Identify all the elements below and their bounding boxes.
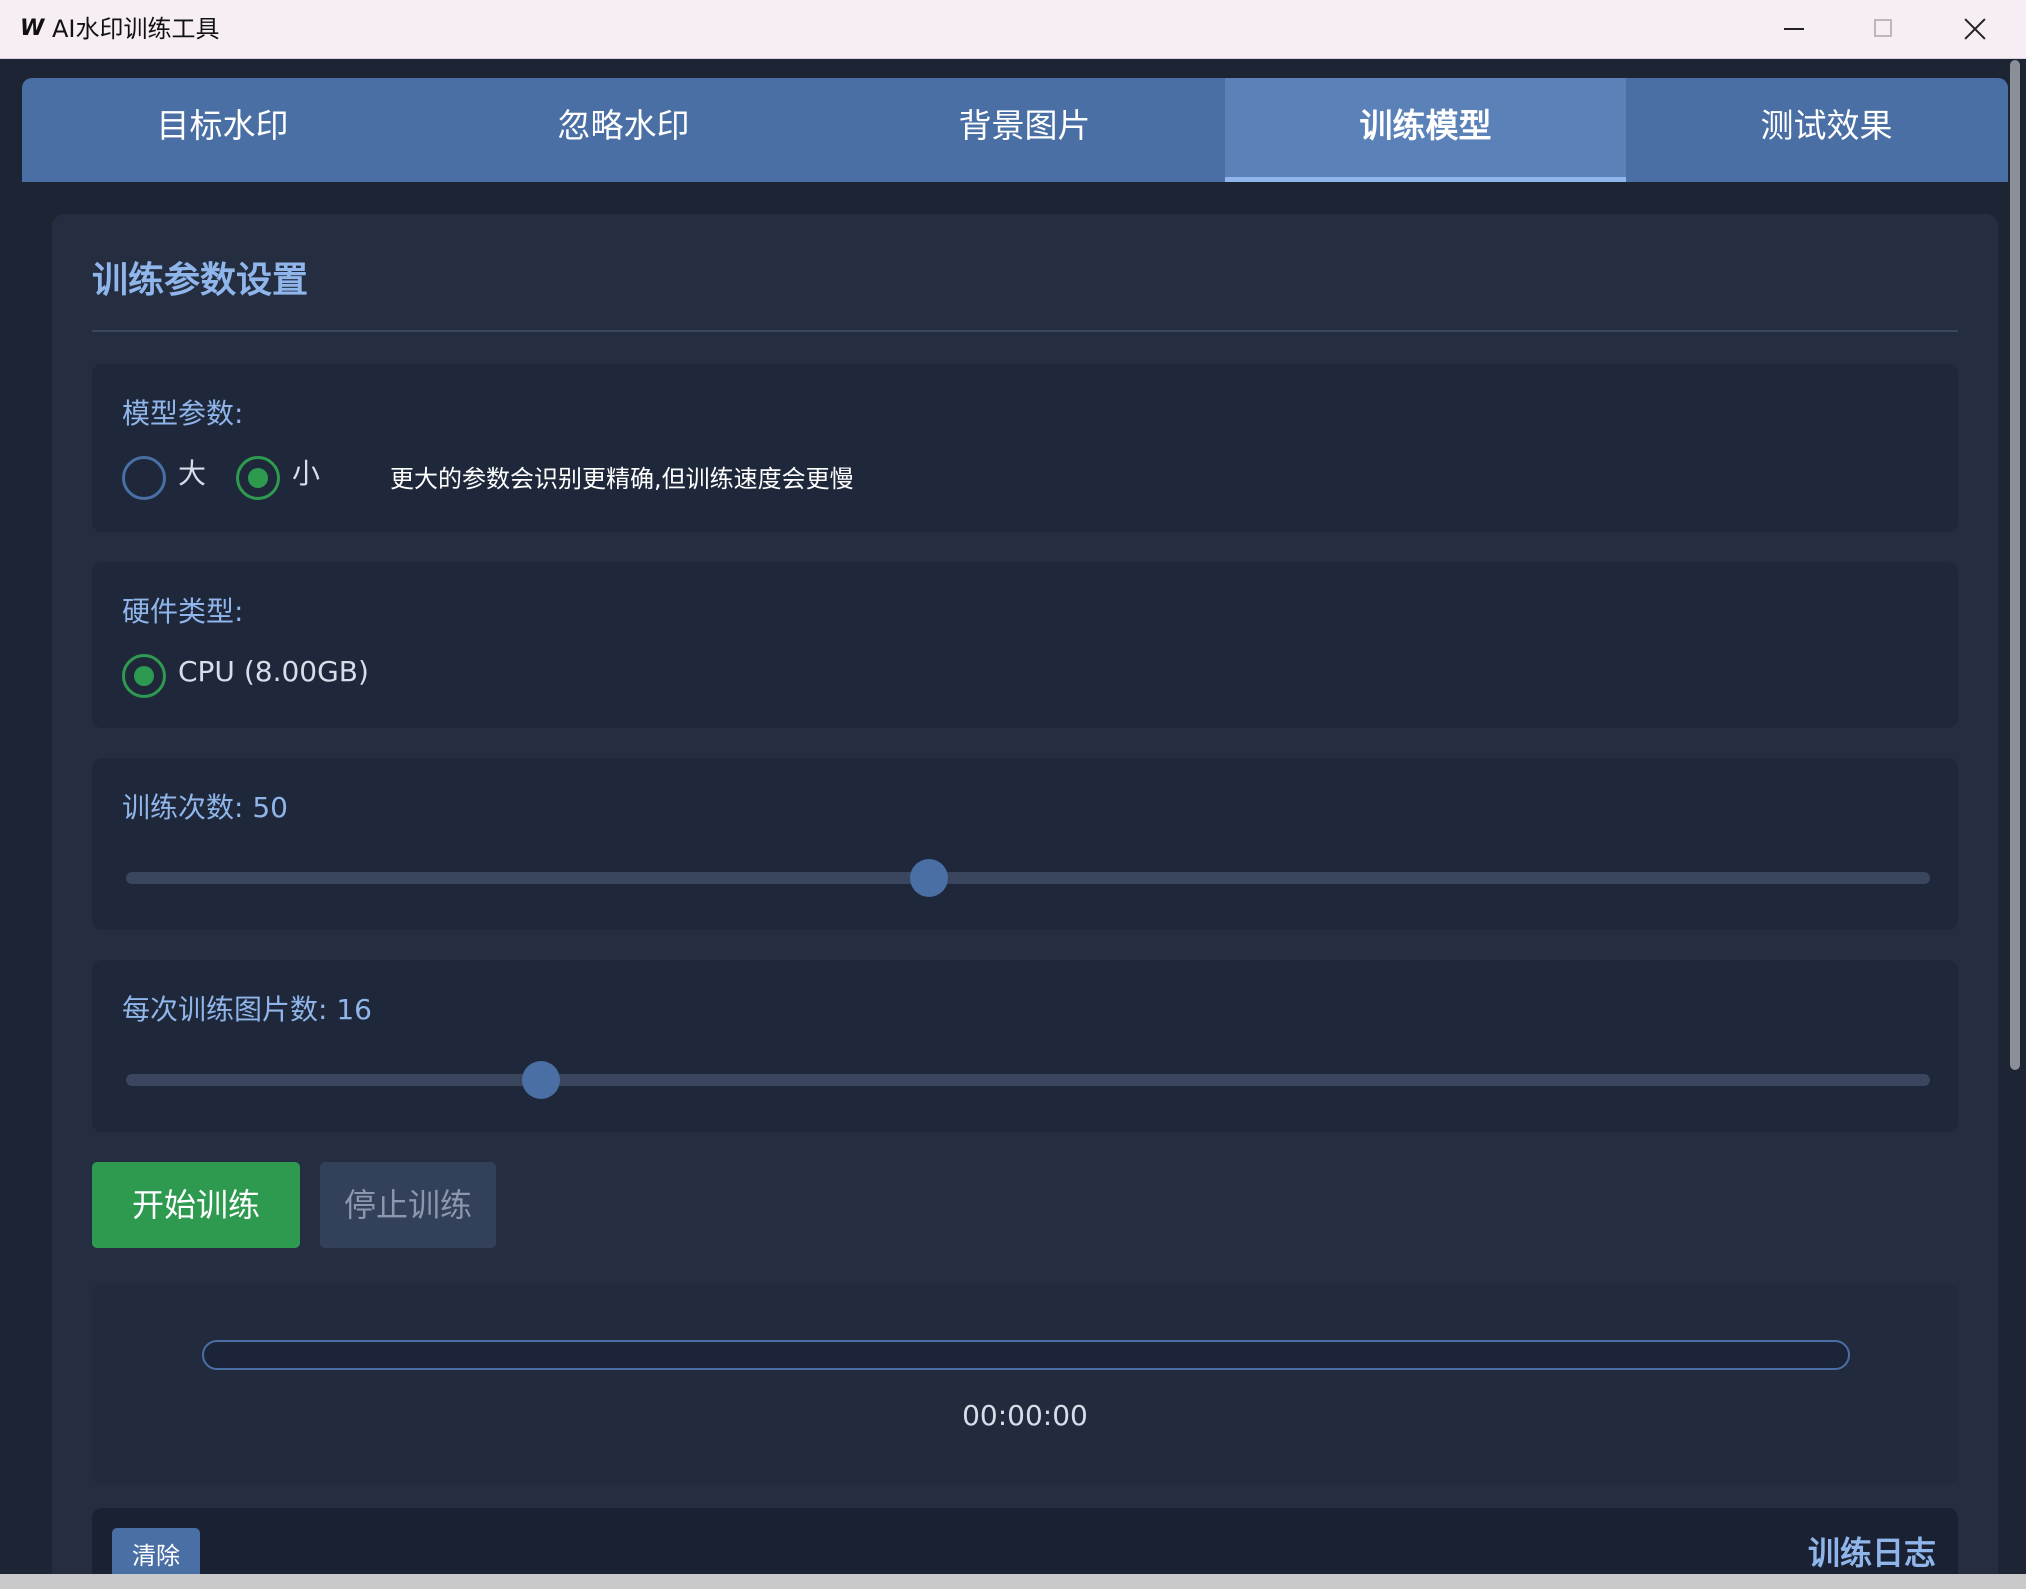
title-bar: W AI水印训练工具: [0, 0, 2026, 59]
app-window: W AI水印训练工具 目标水印 忽略水印 背景图片 训练模型 测试效果 训练参数…: [0, 0, 2026, 1589]
divider: [92, 330, 1958, 332]
radio-hardware-cpu[interactable]: [122, 654, 166, 698]
elapsed-timer: 00:00:00: [962, 1399, 1088, 1432]
radio-model-large-label[interactable]: 大: [178, 454, 206, 494]
scrollbar-thumb[interactable]: [2010, 60, 2020, 1070]
minimize-icon[interactable]: [1748, 0, 1838, 58]
radio-model-small[interactable]: [236, 456, 280, 500]
batch-label: 每次训练图片数: 16: [122, 993, 372, 1026]
model-params-card: 模型参数: 大 小 更大的参数会识别更精确,但训练速度会更慢: [92, 364, 1958, 532]
radio-model-large[interactable]: [122, 456, 166, 500]
hardware-label: 硬件类型:: [122, 595, 244, 628]
tab-train-model[interactable]: 训练模型: [1225, 78, 1626, 182]
progress-bar: [202, 1340, 1850, 1370]
training-log-title: 训练日志: [1807, 1534, 1936, 1572]
tab-test-results[interactable]: 测试效果: [1626, 78, 2008, 182]
window-bottom-edge: [0, 1574, 2026, 1589]
radio-hardware-cpu-label[interactable]: CPU (8.00GB): [178, 652, 369, 692]
window-title: AI水印训练工具: [52, 15, 220, 43]
vertical-scrollbar[interactable]: [2008, 60, 2022, 1580]
epochs-label: 训练次数: 50: [122, 791, 288, 824]
batch-slider[interactable]: [126, 1061, 1930, 1099]
tab-ignore-watermark[interactable]: 忽略水印: [423, 78, 824, 182]
maximize-icon[interactable]: [1838, 0, 1928, 58]
epochs-slider-thumb[interactable]: [909, 859, 948, 897]
radio-model-small-label[interactable]: 小: [292, 454, 320, 494]
section-title: 训练参数设置: [92, 260, 309, 301]
epochs-card: 训练次数: 50: [92, 758, 1958, 930]
stop-training-button[interactable]: 停止训练: [320, 1162, 496, 1248]
tab-background-images[interactable]: 背景图片: [824, 78, 1225, 182]
tab-bar: 目标水印 忽略水印 背景图片 训练模型 测试效果: [22, 78, 2008, 182]
batch-card: 每次训练图片数: 16: [92, 960, 1958, 1132]
app-logo-icon: W: [20, 16, 45, 41]
progress-area: 00:00:00: [92, 1284, 1958, 1484]
tab-target-watermark[interactable]: 目标水印: [22, 78, 423, 182]
close-icon[interactable]: [1928, 0, 2018, 58]
hardware-card: 硬件类型: CPU (8.00GB): [92, 562, 1958, 728]
model-params-hint: 更大的参数会识别更精确,但训练速度会更慢: [390, 465, 854, 493]
model-params-label: 模型参数:: [122, 397, 244, 430]
batch-slider-thumb[interactable]: [521, 1061, 560, 1099]
epochs-slider[interactable]: [126, 859, 1930, 897]
start-training-button[interactable]: 开始训练: [92, 1162, 300, 1248]
